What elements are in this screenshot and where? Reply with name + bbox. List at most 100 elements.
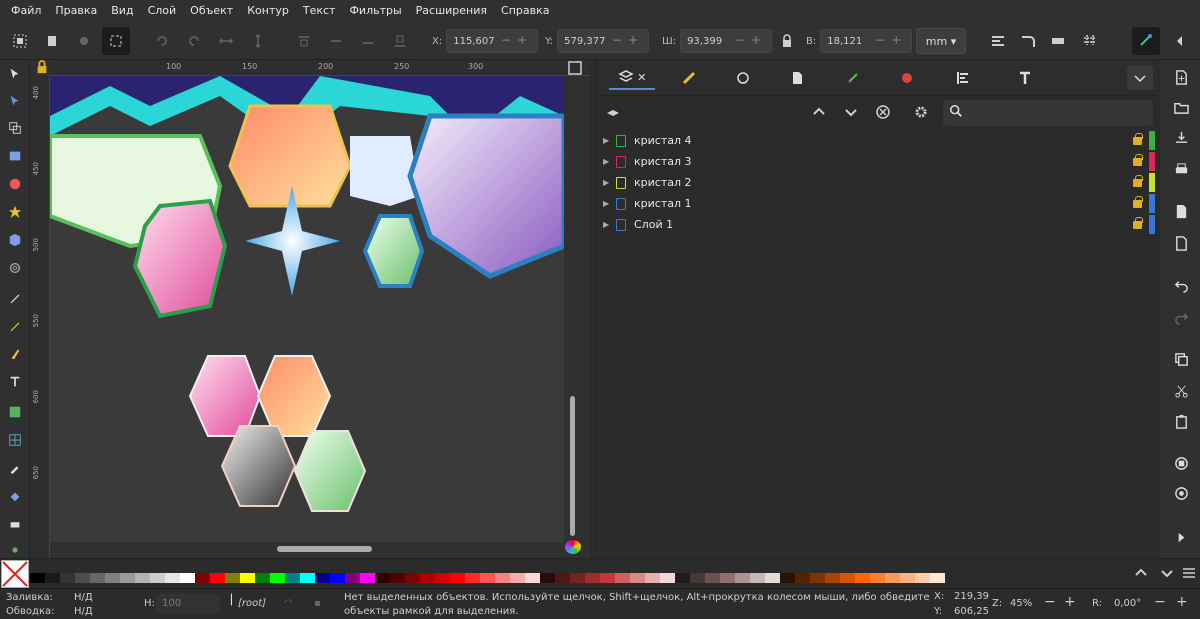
color-swatch[interactable]	[345, 573, 360, 583]
layer-row[interactable]: ▶ Слой 1	[597, 214, 1157, 235]
zoom-drawing-icon[interactable]	[1170, 482, 1192, 504]
layer-name[interactable]: Слой 1	[634, 218, 673, 231]
color-swatch[interactable]	[375, 573, 390, 583]
print-icon[interactable]	[1170, 158, 1192, 180]
menu-item[interactable]: Файл	[4, 0, 48, 22]
panel-resize-handle-icon[interactable]: ⋮	[590, 295, 604, 314]
lock-icon[interactable]	[1133, 196, 1143, 208]
tab-objects-icon[interactable]	[723, 66, 763, 90]
raise-icon[interactable]	[322, 27, 350, 55]
open-file-icon[interactable]	[1170, 96, 1192, 118]
scale-corners-icon[interactable]	[1014, 27, 1042, 55]
lock-guides-icon[interactable]	[35, 60, 49, 74]
color-swatch[interactable]	[60, 573, 75, 583]
3d-box-tool-icon[interactable]	[3, 228, 27, 252]
layer-row[interactable]: ▶ кристал 3	[597, 151, 1157, 172]
layer-lock-icon[interactable]: ▪	[314, 598, 321, 609]
color-swatch[interactable]	[210, 573, 225, 583]
select-all-layers-icon[interactable]	[38, 27, 66, 55]
menu-item[interactable]: Слой	[141, 0, 184, 22]
unit-select[interactable]: mm ▾	[916, 28, 966, 54]
color-swatch[interactable]	[90, 573, 105, 583]
lock-icon[interactable]	[1133, 154, 1143, 166]
menu-item[interactable]: Расширения	[409, 0, 494, 22]
select-all-icon[interactable]	[6, 27, 34, 55]
color-swatch[interactable]	[45, 573, 60, 583]
palette-menu-icon[interactable]	[1180, 563, 1198, 583]
color-swatch[interactable]	[360, 573, 375, 583]
export-icon[interactable]	[1170, 232, 1192, 254]
color-swatch[interactable]	[180, 573, 195, 583]
color-swatch[interactable]	[195, 573, 210, 583]
height-field[interactable]: 18,121 −+	[820, 29, 913, 53]
color-swatch[interactable]	[795, 573, 810, 583]
pencil-tool-icon[interactable]	[3, 314, 27, 338]
color-swatch[interactable]	[105, 573, 120, 583]
vertical-scrollbar[interactable]	[570, 396, 575, 536]
color-swatch[interactable]	[165, 573, 180, 583]
color-swatch[interactable]	[840, 573, 855, 583]
expand-arrow-icon[interactable]: ▶	[603, 157, 609, 166]
zoom-selection-icon[interactable]	[1170, 452, 1192, 474]
add-layer-icon[interactable]	[601, 102, 625, 124]
x-field[interactable]: 115,607 −+	[446, 29, 539, 53]
menu-item[interactable]: Контур	[240, 0, 296, 22]
selector-tool-icon[interactable]	[3, 62, 27, 86]
color-swatch[interactable]	[825, 573, 840, 583]
ellipse-tool-icon[interactable]	[3, 172, 27, 196]
current-layer[interactable]: [root]	[238, 598, 266, 609]
lower-icon[interactable]	[354, 27, 382, 55]
color-swatch[interactable]	[75, 573, 90, 583]
undo-icon[interactable]	[1170, 274, 1192, 296]
y-field[interactable]: 579,377 −+	[557, 29, 650, 53]
cut-icon[interactable]	[1170, 380, 1192, 402]
zoom-value[interactable]: 45%	[1010, 598, 1032, 609]
lock-icon[interactable]	[1133, 133, 1143, 145]
expand-arrow-icon[interactable]: ▶	[603, 199, 609, 208]
color-swatch[interactable]	[525, 573, 540, 583]
tab-document-icon[interactable]	[777, 66, 817, 90]
color-swatch[interactable]	[570, 573, 585, 583]
lock-icon[interactable]	[1133, 175, 1143, 187]
color-swatch[interactable]	[315, 573, 330, 583]
mesh-tool-icon[interactable]	[3, 428, 27, 452]
layer-row[interactable]: ▶ кристал 2	[597, 172, 1157, 193]
color-swatch[interactable]	[120, 573, 135, 583]
rotate-cw-icon[interactable]	[180, 27, 208, 55]
layer-row[interactable]: ▶ кристал 1	[597, 193, 1157, 214]
color-swatch[interactable]	[225, 573, 240, 583]
palette-scroll-down-icon[interactable]	[1158, 563, 1176, 583]
more-tabs-icon[interactable]	[1127, 66, 1153, 90]
node-tool-icon[interactable]	[3, 89, 27, 113]
touch-select-icon[interactable]	[102, 27, 130, 55]
layer-color-indicator[interactable]	[1149, 152, 1155, 171]
close-icon[interactable]: ✕	[637, 71, 646, 84]
expand-icon[interactable]	[1170, 526, 1192, 548]
color-swatch[interactable]	[765, 573, 780, 583]
menu-item[interactable]: Объект	[183, 0, 240, 22]
color-swatch[interactable]	[930, 573, 945, 583]
tab-xml-editor-icon[interactable]	[833, 66, 873, 90]
zoom-fit-icon[interactable]	[566, 60, 584, 76]
color-swatch[interactable]	[690, 573, 705, 583]
color-swatch[interactable]	[390, 573, 405, 583]
color-swatch[interactable]	[300, 573, 315, 583]
spiral-tool-icon[interactable]	[3, 256, 27, 280]
snap-toggle-icon[interactable]	[1132, 27, 1160, 55]
color-swatch[interactable]	[600, 573, 615, 583]
opacity-field[interactable]: 100	[156, 594, 220, 614]
color-swatch[interactable]	[270, 573, 285, 583]
palette-scroll-up-icon[interactable]	[1132, 563, 1150, 583]
color-swatch[interactable]	[240, 573, 255, 583]
color-swatch[interactable]	[705, 573, 720, 583]
color-swatch[interactable]	[30, 573, 45, 583]
rectangle-tool-icon[interactable]	[3, 144, 27, 168]
color-swatch[interactable]	[780, 573, 795, 583]
redo-icon[interactable]	[1170, 306, 1192, 328]
color-swatch[interactable]	[420, 573, 435, 583]
color-swatch[interactable]	[735, 573, 750, 583]
deselect-icon[interactable]	[70, 27, 98, 55]
expand-arrow-icon[interactable]: ▶	[603, 136, 609, 145]
stroke-value[interactable]: Н/Д	[74, 606, 93, 617]
layer-color-indicator[interactable]	[1149, 173, 1155, 192]
